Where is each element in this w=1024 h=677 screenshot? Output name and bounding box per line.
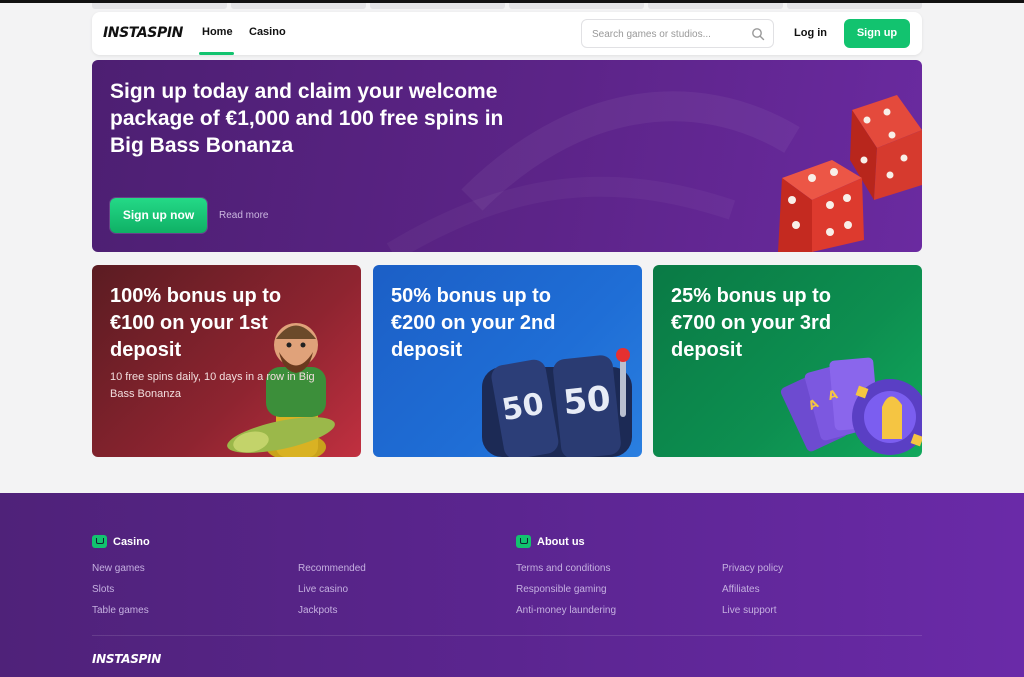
footer-link-live-casino[interactable]: Live casino — [298, 584, 348, 595]
footer-link-affiliates[interactable]: Affiliates — [722, 584, 760, 595]
dice-illustration — [778, 95, 922, 252]
search-icon[interactable] — [751, 27, 765, 41]
footer-casino-heading: Casino — [92, 535, 150, 548]
hero-signup-button[interactable]: Sign up now — [110, 198, 207, 233]
hero-title: Sign up today and claim your welcome pac… — [110, 80, 504, 157]
footer-about-heading: About us — [516, 535, 585, 548]
hero-read-more-link[interactable]: Read more — [219, 210, 268, 221]
promo-card-description: 10 free spins daily, 10 days in a row in… — [110, 371, 315, 400]
footer-link-jackpots[interactable]: Jackpots — [298, 605, 337, 616]
footer-link-terms[interactable]: Terms and conditions — [516, 563, 611, 574]
footer-link-recommended[interactable]: Recommended — [298, 563, 366, 574]
promo-card-third-deposit[interactable]: 25% bonus up to €700 on your 3rd deposit… — [653, 265, 922, 457]
search-input[interactable] — [592, 26, 742, 42]
site-footer: Casino New games Slots Table games Recom… — [0, 493, 1024, 677]
nav-home-link[interactable]: Home — [202, 26, 233, 38]
footer-link-slots[interactable]: Slots — [92, 584, 114, 595]
welcome-hero-banner: Sign up today and claim your welcome pac… — [92, 60, 922, 252]
about-icon — [516, 535, 531, 548]
casino-icon — [92, 535, 107, 548]
top-tab-strip — [92, 3, 922, 9]
footer-link-live-support[interactable]: Live support — [722, 605, 776, 616]
footer-link-table-games[interactable]: Table games — [92, 605, 149, 616]
site-logo[interactable]: INSTASPIN — [103, 25, 183, 41]
footer-casino-heading-label: Casino — [113, 535, 150, 548]
search-box — [581, 19, 774, 48]
slot-machine-illustration: 50 50 — [482, 348, 632, 457]
footer-link-responsible-gaming[interactable]: Responsible gaming — [516, 584, 607, 595]
signup-button[interactable]: Sign up — [844, 19, 910, 48]
nav-casino-link[interactable]: Casino — [249, 26, 286, 38]
promo-card-first-deposit[interactable]: 100% bonus up to €100 on your 1st deposi… — [92, 265, 361, 457]
cards-and-chips-illustration: A A — [780, 357, 922, 455]
footer-about-heading-label: About us — [537, 535, 585, 548]
footer-divider — [92, 635, 922, 636]
footer-logo[interactable]: INSTASPIN — [92, 652, 161, 666]
promo-card-second-deposit[interactable]: 50% bonus up to €200 on your 2nd deposit… — [373, 265, 642, 457]
active-nav-indicator — [199, 52, 234, 55]
site-header: INSTASPIN Home Casino Log in Sign up — [92, 12, 922, 55]
svg-text:50: 50 — [499, 386, 546, 428]
svg-text:50: 50 — [561, 379, 612, 424]
footer-link-new-games[interactable]: New games — [92, 563, 145, 574]
footer-link-privacy-policy[interactable]: Privacy policy — [722, 563, 783, 574]
footer-link-anti-money-laundering[interactable]: Anti-money laundering — [516, 605, 616, 616]
login-link[interactable]: Log in — [794, 27, 827, 39]
